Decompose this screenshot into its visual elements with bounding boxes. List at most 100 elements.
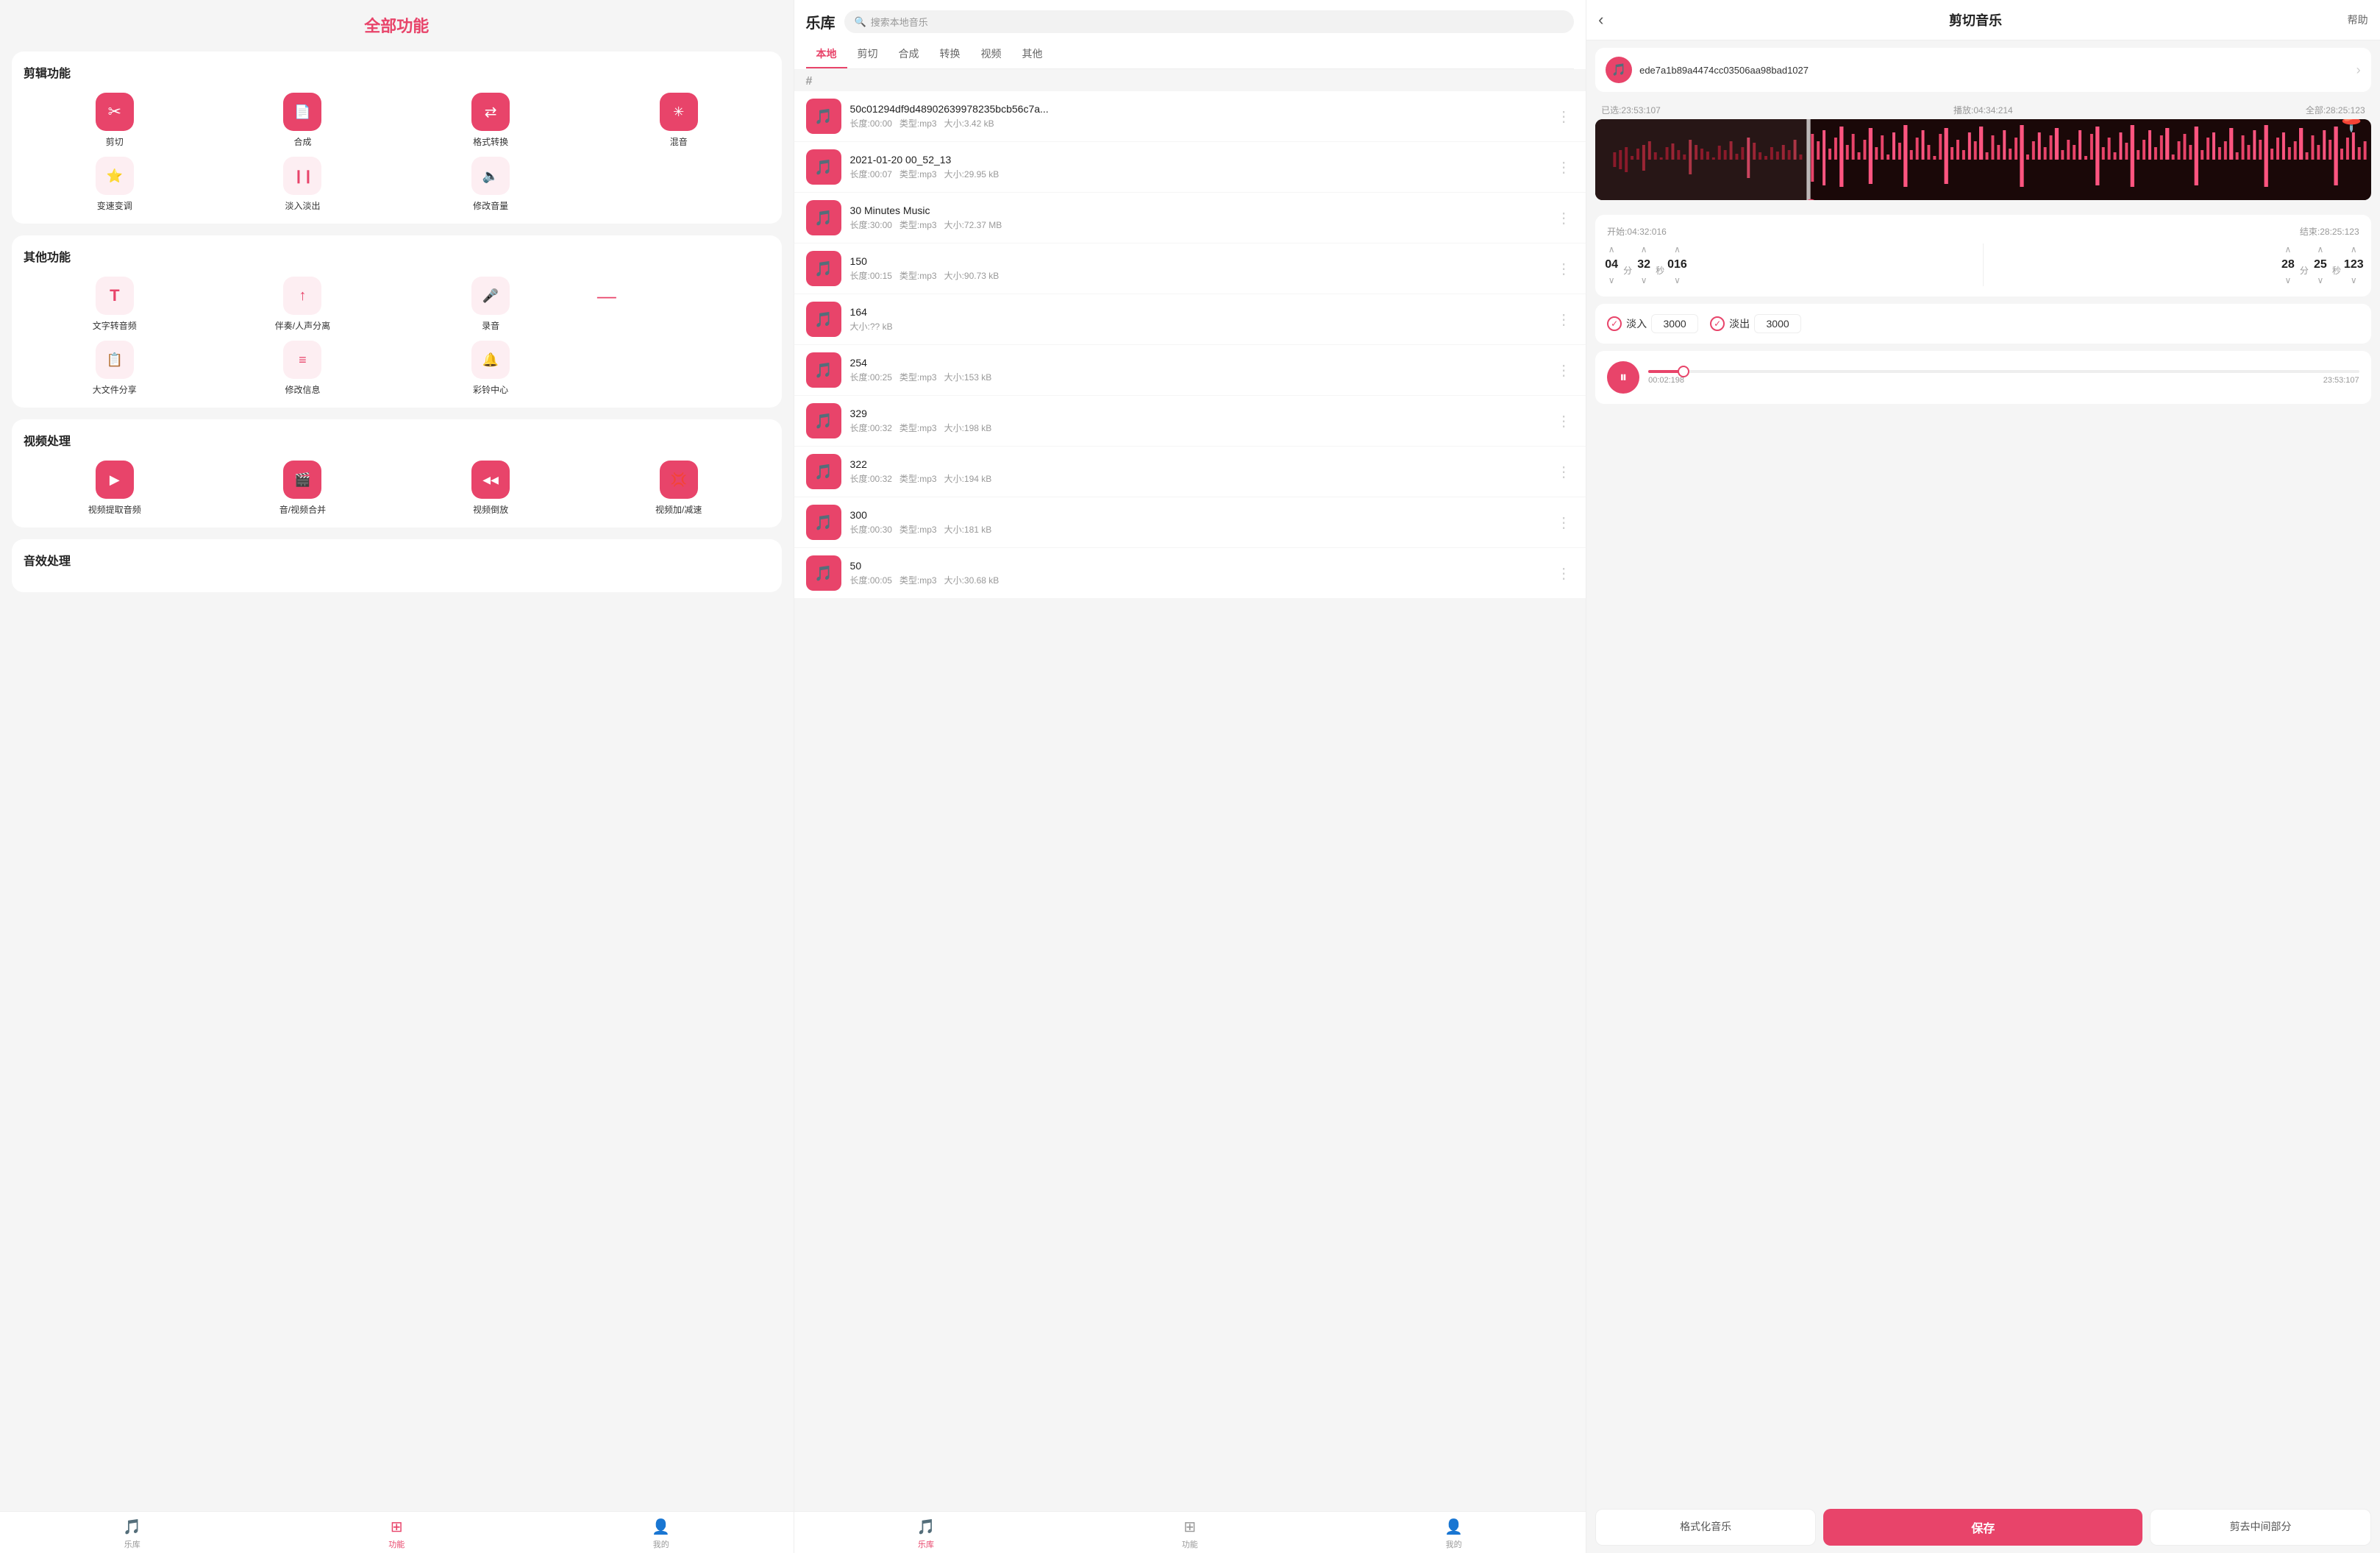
- func-format[interactable]: ⇄ 格式转换: [399, 93, 582, 148]
- more-icon[interactable]: ⋮: [1553, 513, 1574, 532]
- func-extract[interactable]: ▶ 视频提取音频: [24, 461, 206, 516]
- func-fade[interactable]: ❙❙ 淡入淡出: [212, 157, 394, 212]
- more-icon[interactable]: ⋮: [1553, 158, 1574, 177]
- format-music-button[interactable]: 格式化音乐: [1595, 1509, 1816, 1546]
- editor-track-row[interactable]: 🎵 ede7a1b89a4474cc03506aa98bad1027 ›: [1595, 48, 2371, 92]
- func-info[interactable]: ≡ 修改信息: [212, 341, 394, 396]
- end-sec-down[interactable]: ∨: [2346, 274, 2362, 286]
- tab-video[interactable]: 视频: [971, 40, 1012, 68]
- library-search[interactable]: 🔍 搜索本地音乐: [844, 10, 1575, 33]
- fade-out-check[interactable]: ✓: [1710, 316, 1725, 331]
- func-tts[interactable]: T 文字转音频: [24, 277, 206, 332]
- start-sec-down[interactable]: ∨: [1670, 274, 1685, 286]
- list-item[interactable]: 🎵 329 长度:00:32 类型:mp3 大小:198 kB ⋮: [794, 396, 1586, 446]
- more-icon[interactable]: ⋮: [1553, 564, 1574, 583]
- nav1-function[interactable]: ⊞ 功能: [265, 1518, 530, 1550]
- fade-out-group: ✓ 淡出: [1710, 314, 1801, 333]
- list-item[interactable]: 🎵 50c01294df9d48902639978235bcb56c7a... …: [794, 91, 1586, 141]
- nav2-mine[interactable]: 👤 我的: [1322, 1518, 1586, 1550]
- fade-in-input[interactable]: [1651, 314, 1698, 333]
- func-volume[interactable]: 🔈 修改音量: [399, 157, 582, 212]
- speed-label: 变速变调: [97, 199, 132, 212]
- editor-title: 剪切音乐: [1949, 10, 2002, 29]
- list-item[interactable]: 🎵 150 长度:00:15 类型:mp3 大小:90.73 kB ⋮: [794, 244, 1586, 294]
- search-placeholder: 搜索本地音乐: [871, 15, 928, 29]
- playback-fill: [1648, 370, 1684, 373]
- back-button[interactable]: ‹: [1598, 10, 1603, 29]
- start-hours-up[interactable]: ∧: [1604, 244, 1620, 255]
- tab-cut[interactable]: 剪切: [847, 40, 888, 68]
- avmerge-label: 音/视频合并: [279, 503, 326, 516]
- list-item[interactable]: 🎵 164 大小:?? kB ⋮: [794, 294, 1586, 344]
- func-reverse[interactable]: ◀◀ 视频倒放: [399, 461, 582, 516]
- trim-middle-button[interactable]: 剪去中间部分: [2150, 1509, 2370, 1546]
- nav1-mine[interactable]: 👤 我的: [529, 1518, 794, 1550]
- tab-local[interactable]: 本地: [806, 40, 847, 68]
- list-item[interactable]: 🎵 322 长度:00:32 类型:mp3 大小:194 kB ⋮: [794, 447, 1586, 497]
- func-share[interactable]: 📋 大文件分享: [24, 341, 206, 396]
- more-icon[interactable]: ⋮: [1553, 209, 1574, 227]
- help-button[interactable]: 帮助: [2348, 13, 2368, 27]
- end-min-down[interactable]: ∨: [2313, 274, 2329, 286]
- track-meta: 大小:?? kB: [850, 320, 1545, 333]
- more-icon[interactable]: ⋮: [1553, 107, 1574, 126]
- nav2-function[interactable]: ⊞ 功能: [1058, 1518, 1322, 1550]
- func-speed2[interactable]: 💢 视频加/减速: [588, 461, 770, 516]
- volume-label: 修改音量: [473, 199, 508, 212]
- save-button[interactable]: 保存: [1823, 1509, 2142, 1546]
- track-meta: 长度:00:05 类型:mp3 大小:30.68 kB: [850, 574, 1545, 586]
- track-thumb: 🎵: [806, 454, 841, 489]
- more-icon[interactable]: ⋮: [1553, 361, 1574, 380]
- library-title-row: 乐库 🔍 搜索本地音乐: [806, 10, 1575, 33]
- func-cut[interactable]: ✂ 剪切: [24, 93, 206, 148]
- func-ringtone[interactable]: 🔔 彩铃中心: [399, 341, 582, 396]
- end-hours-up[interactable]: ∧: [2280, 244, 2295, 255]
- tab-merge[interactable]: 合成: [888, 40, 930, 68]
- more-icon[interactable]: ⋮: [1553, 310, 1574, 329]
- section-other-title: 其他功能: [24, 247, 770, 265]
- start-min-down[interactable]: ∨: [1636, 274, 1652, 286]
- func-mix[interactable]: ✳ 混音: [588, 93, 770, 148]
- fade-in-check[interactable]: ✓: [1607, 316, 1622, 331]
- track-thumb: 🎵: [806, 403, 841, 438]
- fade-out-input[interactable]: [1754, 314, 1801, 333]
- func-vocal[interactable]: ↑ 伴奏/人声分离: [212, 277, 394, 332]
- waveform[interactable]: // Generate waveform bars via inline gen…: [1595, 119, 2371, 200]
- start-min-up[interactable]: ∧: [1636, 244, 1652, 255]
- tab-other[interactable]: 其他: [1012, 40, 1053, 68]
- panel-editor: ‹ 剪切音乐 帮助 🎵 ede7a1b89a4474cc03506aa98bad…: [1586, 0, 2380, 1553]
- list-item[interactable]: 🎵 2021-01-20 00_52_13 长度:00:07 类型:mp3 大小…: [794, 142, 1586, 192]
- list-item[interactable]: 🎵 254 长度:00:25 类型:mp3 大小:153 kB ⋮: [794, 345, 1586, 395]
- list-item[interactable]: 🎵 300 长度:00:30 类型:mp3 大小:181 kB ⋮: [794, 497, 1586, 547]
- fade-in-group: ✓ 淡入: [1607, 314, 1698, 333]
- editor-fade-controls: ✓ 淡入 ✓ 淡出: [1595, 304, 2371, 344]
- nav2-library[interactable]: 🎵 乐库: [794, 1518, 1058, 1550]
- fade-label: 淡入淡出: [285, 199, 320, 212]
- more-icon[interactable]: ⋮: [1553, 260, 1574, 278]
- end-sec-up[interactable]: ∧: [2346, 244, 2362, 255]
- tab-convert[interactable]: 转换: [930, 40, 971, 68]
- func-avmerge[interactable]: 🎬 音/视频合并: [212, 461, 394, 516]
- end-minutes: ∧ 25 ∨: [2312, 244, 2329, 286]
- func-record[interactable]: 🎤 录音: [399, 277, 582, 332]
- avmerge-icon: 🎬: [283, 461, 321, 499]
- playback-slider[interactable]: [1648, 370, 2359, 373]
- func-merge[interactable]: 📄 合成: [212, 93, 394, 148]
- func-speed[interactable]: ⭐ 变速变调: [24, 157, 206, 212]
- start-sec-up[interactable]: ∧: [1670, 244, 1685, 255]
- speed2-icon: 💢: [660, 461, 698, 499]
- list-item[interactable]: 🎵 50 长度:00:05 类型:mp3 大小:30.68 kB ⋮: [794, 548, 1586, 598]
- end-hours-down[interactable]: ∨: [2280, 274, 2295, 286]
- end-hours: ∧ 28 ∨: [2279, 244, 2297, 286]
- start-hours-down[interactable]: ∨: [1604, 274, 1620, 286]
- nav1-library[interactable]: 🎵 乐库: [0, 1518, 265, 1550]
- time-spinners: ∧ 04 ∨ 分 ∧ 32 ∨ 秒 ∧ 016 ∨: [1603, 244, 2364, 286]
- track-info: 164 大小:?? kB: [850, 306, 1545, 333]
- video-grid: ▶ 视频提取音频 🎬 音/视频合并 ◀◀ 视频倒放 💢 视频加/减速: [24, 461, 770, 516]
- more-icon[interactable]: ⋮: [1553, 463, 1574, 481]
- end-min-up[interactable]: ∧: [2313, 244, 2329, 255]
- pause-button[interactable]: ⏸: [1607, 361, 1639, 394]
- library-title: 乐库: [806, 11, 836, 32]
- list-item[interactable]: 🎵 30 Minutes Music 长度:30:00 类型:mp3 大小:72…: [794, 193, 1586, 243]
- more-icon[interactable]: ⋮: [1553, 412, 1574, 430]
